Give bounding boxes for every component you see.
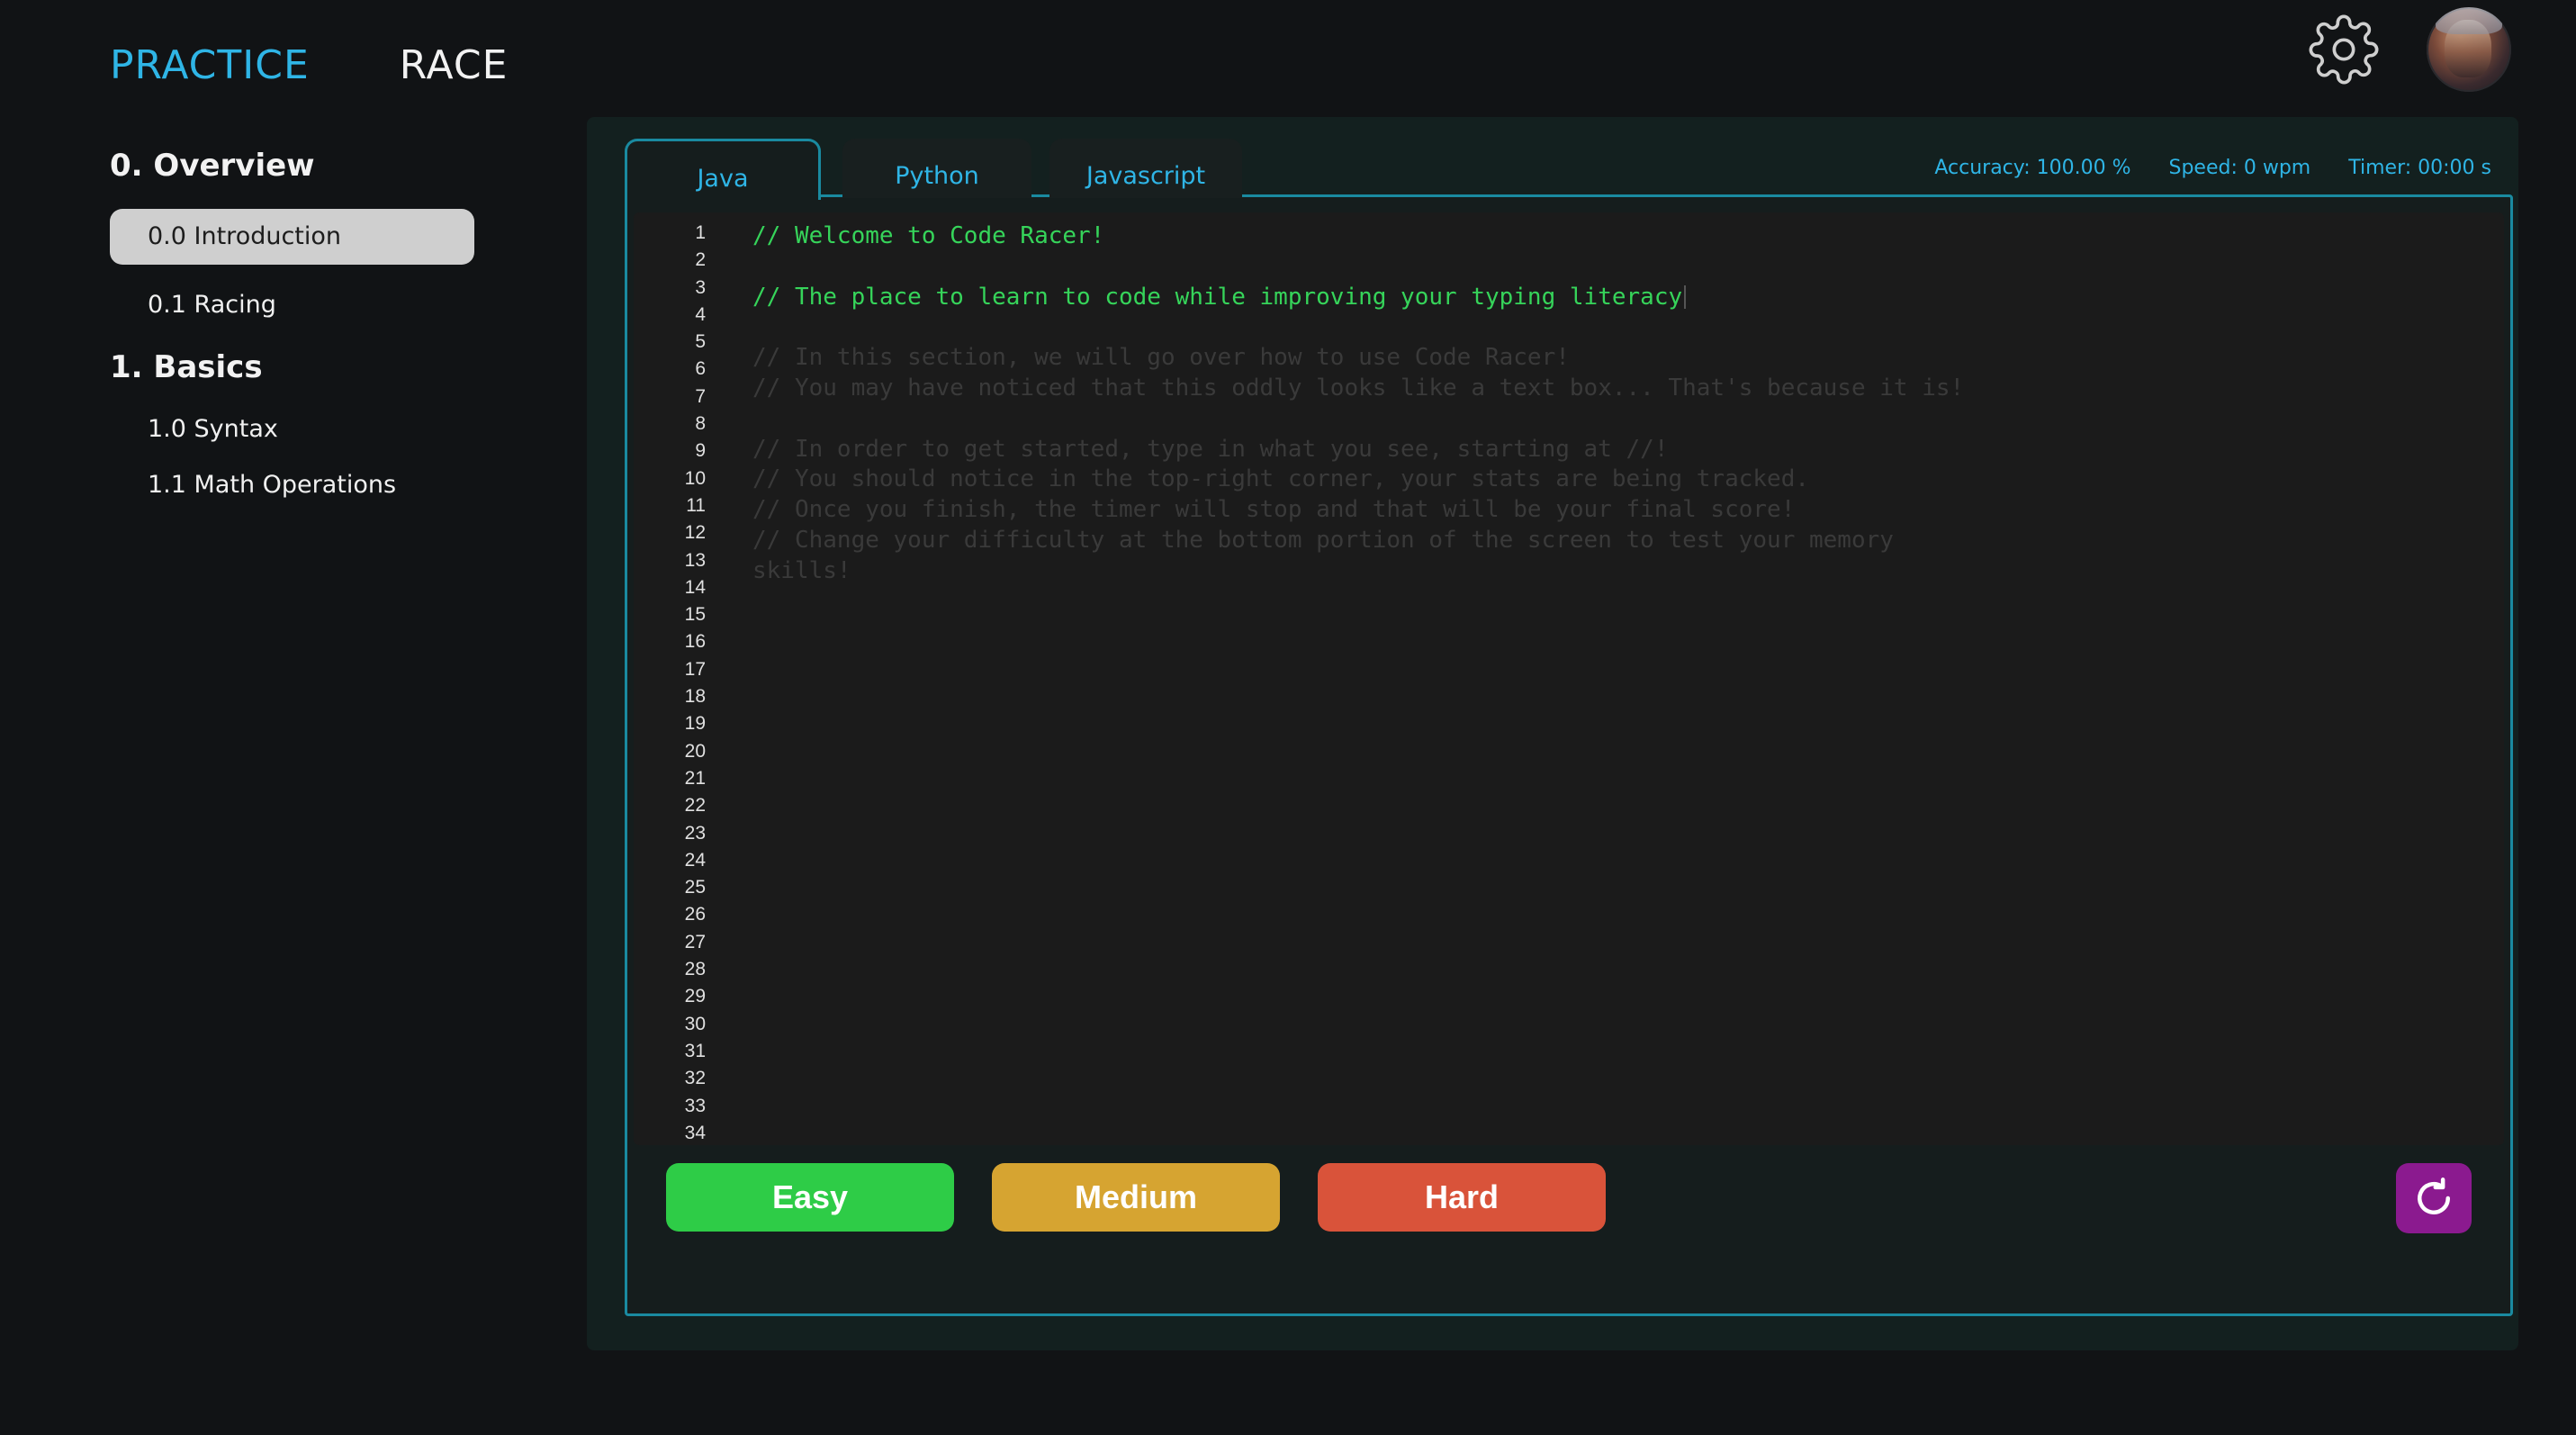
code-line: // You should notice in the top-right co… [752,465,1809,493]
avatar[interactable] [2427,7,2511,92]
line-number: 4 [695,303,706,325]
nav-race[interactable]: RACE [400,42,509,88]
code-line: // You may have noticed that this oddly … [752,374,1965,402]
reset-button[interactable] [2396,1163,2472,1233]
sidebar-item-racing[interactable]: 0.1 Racing [110,277,488,333]
line-number: 14 [684,576,706,598]
sidebar-item-syntax[interactable]: 1.0 Syntax [110,402,488,457]
gear-icon[interactable] [2308,14,2380,86]
line-number: 27 [684,931,706,952]
hard-button[interactable]: Hard [1318,1163,1606,1232]
code-line: // Welcome to Code Racer! [752,222,1105,249]
code-line: // In this section, we will go over how … [752,344,1570,372]
refresh-icon [2418,1178,2450,1214]
code-line: // Once you finish, the timer will stop … [752,496,1796,524]
line-number: 2 [695,249,706,271]
line-number: 33 [684,1095,706,1116]
line-number: 11 [686,494,706,516]
accuracy-stat: Accuracy: 100.00 % [1934,157,2131,179]
line-number: 23 [684,822,706,844]
nav-practice[interactable]: PRACTICE [110,42,310,88]
line-number: 1 [695,222,706,243]
line-number: 24 [684,849,706,871]
text-cursor [1684,285,1687,310]
line-number: 12 [684,522,706,544]
line-number: 16 [684,631,706,653]
top-nav: PRACTICE RACE [110,38,508,92]
timer-stat: Timer: 00:00 s [2348,157,2491,179]
line-number-gutter: 1 2 3 4 5 6 7 8 9 10 11 12 13 14 15 16 17 18 19 20 21 22 23 24 2… [634,220,715,1147]
sidebar: 0. Overview 0.0 Introduction 0.1 Racing … [110,144,488,513]
line-number: 20 [684,740,706,762]
line-number: 9 [695,440,706,462]
section-title-overview: 0. Overview [110,148,315,184]
line-number: 17 [684,658,706,680]
speed-stat: Speed: 0 wpm [2168,157,2311,179]
top-right-controls [2308,7,2511,92]
code-line: // The place to learn to code while impr… [752,283,2486,313]
tab-python[interactable]: Python [842,139,1031,198]
tab-java[interactable]: Java [625,139,821,200]
code-line: // In order to get started, type in what… [752,435,1669,463]
code-line: skills! [752,556,851,584]
stats-bar: Accuracy: 100.00 % Speed: 0 wpm Timer: 0… [1934,157,2491,179]
code-lines[interactable]: // Welcome to Code Racer! // The place t… [752,221,2486,587]
sidebar-item-math-operations[interactable]: 1.1 Math Operations [110,457,488,513]
line-number: 3 [695,276,706,298]
line-number: 31 [684,1040,706,1061]
line-number: 15 [684,604,706,626]
line-number: 13 [684,549,706,571]
code-line: // Change your difficulty at the bottom … [752,526,1894,554]
medium-button[interactable]: Medium [992,1163,1280,1232]
line-number: 30 [684,1013,706,1034]
line-number: 25 [684,877,706,898]
line-number: 7 [695,385,706,407]
tab-javascript[interactable]: Javascript [1049,139,1242,198]
line-number: 21 [684,767,706,789]
sidebar-item-introduction[interactable]: 0.0 Introduction [110,209,474,265]
line-number: 19 [684,713,706,735]
line-number: 28 [684,959,706,980]
line-number: 22 [684,795,706,817]
line-number: 6 [695,358,706,380]
section-title-basics: 1. Basics [110,349,263,385]
code-editor[interactable]: 1 2 3 4 5 6 7 8 9 10 11 12 13 14 15 16 17 18 19 20 21 22 23 24 2… [634,212,2504,1145]
line-number: 8 [695,413,706,435]
line-number: 34 [684,1122,706,1143]
line-number: 18 [684,686,706,708]
line-number: 32 [684,1068,706,1089]
line-number: 10 [684,467,706,489]
line-number: 5 [695,331,706,353]
easy-button[interactable]: Easy [666,1163,954,1232]
line-number: 29 [684,986,706,1007]
line-number: 26 [684,904,706,925]
